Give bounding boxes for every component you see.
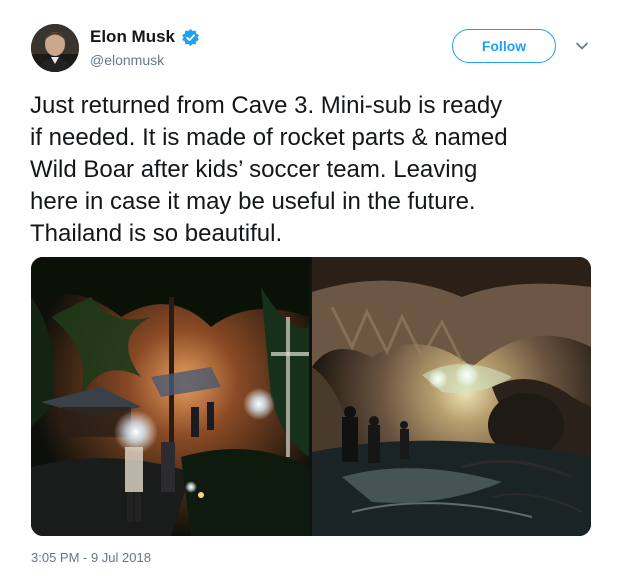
avatar[interactable] [31, 24, 79, 72]
tweet-timestamp[interactable]: 3:05 PM - 9 Jul 2018 [31, 550, 151, 565]
tweet-text: Just returned from Cave 3. Mini-sub is r… [30, 90, 600, 250]
tweet-text-line: if needed. It is made of rocket parts & … [30, 124, 508, 151]
verified-badge-icon [182, 28, 199, 47]
chevron-down-icon[interactable] [574, 38, 590, 54]
tweet-text-line: Just returned from Cave 3. Mini-sub is r… [30, 92, 503, 119]
author-name[interactable]: Elon Musk [90, 27, 175, 47]
flooded-cave-photo[interactable] [312, 257, 591, 536]
author-handle[interactable]: @elonmusk [90, 52, 164, 68]
media-grid [31, 257, 591, 536]
tweet-text-line: Wild Boar after kids’ soccer team. Leavi… [30, 156, 478, 183]
follow-button[interactable]: Follow [452, 29, 556, 63]
night-jungle-camp-photo[interactable] [31, 257, 309, 536]
tweet-text-line: Thailand is so beautiful. [30, 220, 283, 247]
profile-photo-icon [31, 24, 79, 72]
tweet-text-line: here in case it may be useful in the fut… [30, 188, 476, 215]
tweet-card: Elon Musk @elonmusk Follow Just returned… [0, 0, 620, 580]
